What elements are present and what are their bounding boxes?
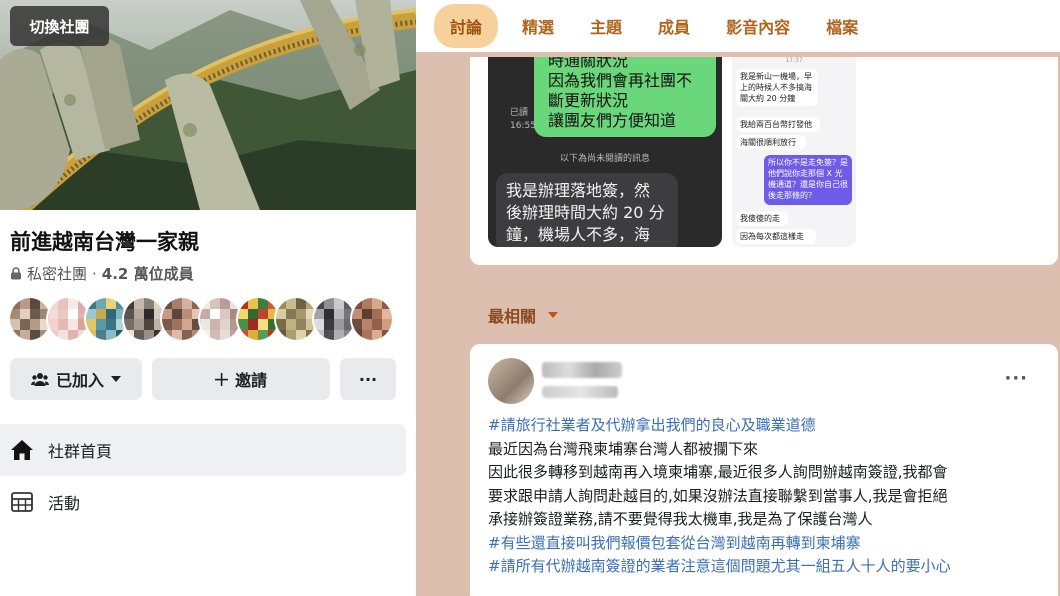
chat-light-bubble: 我傻傻的走	[736, 211, 788, 226]
chat-light-bubble: 我是新山一機場，早上的時候人不多搞海關大約 20 分鐘	[736, 69, 818, 106]
caret-down-icon	[111, 375, 121, 382]
post-hashtag-line[interactable]: #請旅行社業者及代辦拿出我們的良心及職業道德	[488, 414, 1048, 438]
chat-light-bubble: 海關很順利放行	[736, 135, 806, 150]
tab-discussion[interactable]: 討論	[434, 4, 499, 48]
nav-label-home: 社群首頁	[48, 442, 113, 461]
post-text-line: 要求跟申請人詢問赴越目的,如果沒辦法直接聯繫到當事人,我是會拒絕	[488, 486, 948, 505]
chat-line: 讓團友們方便知道	[548, 111, 677, 130]
chat-timestamp: 16:55	[510, 121, 536, 131]
invite-label: 邀請	[234, 371, 267, 390]
post-author-name-blurred[interactable]	[542, 362, 622, 378]
chat-line: 時通關狀況	[548, 57, 629, 70]
post-body: #請旅行社業者及代辦拿出我們的良心及職業道德 最近因為台灣飛柬埔寨台灣人都被攔下…	[488, 414, 1048, 579]
post-date-blurred[interactable]	[542, 386, 618, 398]
chat-line: 後辦理時間大約 20 分	[506, 203, 665, 222]
lock-icon	[11, 267, 21, 280]
previous-post-card: 時通關狀況 因為我們會再社團不 斷更新狀況 讓團友們方便知道 已讀 16:55 …	[470, 57, 1058, 265]
tab-members[interactable]: 成員	[658, 14, 690, 38]
chat-bubble-received: 我是辦理落地簽，然 後辦理時間大約 20 分 鐘，機場人不多，海	[496, 173, 678, 247]
sort-caret-icon	[548, 312, 559, 318]
post-card: ··· #請旅行社業者及代辦拿出我們的良心及職業道德 最近因為台灣飛柬埔寨台灣人…	[470, 344, 1058, 596]
chat-read-label: 已讀	[510, 108, 529, 118]
post-author-avatar[interactable]	[488, 358, 534, 404]
tab-files[interactable]: 檔案	[826, 14, 858, 38]
home-icon	[11, 440, 33, 460]
member-avatar-row[interactable]	[8, 296, 394, 344]
switch-group-button[interactable]: 切換社團	[10, 6, 109, 46]
chat-read-time: 已讀 16:55	[510, 107, 536, 133]
tab-featured[interactable]: 精選	[522, 14, 554, 38]
chat-line: 我是辦理落地簽，然	[506, 181, 651, 200]
group-sidebar: 切換社團 前進越南台灣一家親 私密社團 · 4.2 萬位成員 已加入 邀請 ··…	[0, 0, 416, 596]
group-tab-bar: 討論 精選 主題 成員 影音內容 檔案	[416, 0, 1060, 52]
people-icon	[30, 373, 49, 386]
group-cover-photo[interactable]: 切換社團	[0, 0, 416, 210]
post-hashtag-line[interactable]: #請所有代辦越南簽證的業者注意這個問題尤其一組五人十人的要小心	[488, 555, 1048, 579]
group-meta: 私密社團 · 4.2 萬位成員	[10, 263, 194, 284]
chat-light-bubble-sent: 所以你不是走免簽？是他們說你走那個 X 光機通道？還是你自己很後走那條的？	[764, 155, 852, 205]
nav-label-events: 活動	[48, 494, 81, 513]
joined-label: 已加入	[55, 371, 104, 390]
group-member-count[interactable]: 4.2 萬位成員	[102, 263, 194, 284]
sort-label: 最相關	[488, 307, 537, 326]
switch-group-label: 切換社團	[29, 17, 90, 36]
chat-light-bubble: 因為每次都這樣走	[736, 229, 816, 244]
calendar-icon	[11, 492, 33, 512]
post-more-options-button[interactable]: ···	[1004, 368, 1028, 389]
chat-line: 因為我們會再社團不	[548, 71, 693, 90]
chat-line: 鐘，機場人不多，海	[506, 225, 651, 244]
more-options-label: ···	[358, 369, 378, 389]
avatar[interactable]	[350, 296, 394, 342]
joined-button[interactable]: 已加入	[10, 358, 142, 400]
tab-topics[interactable]: 主題	[590, 14, 622, 38]
invite-button[interactable]: 邀請	[152, 358, 330, 400]
tab-media[interactable]: 影音內容	[726, 14, 790, 38]
post-text-line: 承接辦簽證業務,請不要覺得我太機車,我是為了保護台灣人	[488, 510, 873, 528]
nav-item-events[interactable]: 活動	[0, 476, 406, 528]
chat-light-time: 17:37	[785, 57, 803, 64]
group-privacy: 私密社團	[27, 265, 88, 283]
plus-icon	[214, 372, 228, 386]
post-hashtag-line[interactable]: #有些還直接叫我們報價包套從台灣到越南再轉到柬埔寨	[488, 532, 1048, 556]
chat-unread-divider: 以下為尚未閱讀的訊息	[559, 154, 650, 164]
chat-bubble-sent: 時通關狀況 因為我們會再社團不 斷更新狀況 讓團友們方便知道	[534, 57, 716, 137]
chat-screenshot-light[interactable]: 17:37 我是新山一機場，早上的時候人不多搞海關大約 20 分鐘 我給兩百台幣…	[732, 57, 856, 247]
group-name[interactable]: 前進越南台灣一家親	[10, 226, 199, 256]
chat-screenshot-dark[interactable]: 時通關狀況 因為我們會再社團不 斷更新狀況 讓團友們方便知道 已讀 16:55 …	[488, 57, 722, 247]
post-text-line: 因此很多轉移到越南再入境柬埔寨,最近很多人詢問辦越南簽證,我都會	[488, 463, 948, 481]
chat-line: 斷更新狀況	[548, 91, 629, 110]
more-options-button[interactable]: ···	[340, 358, 396, 400]
nav-item-community-home[interactable]: 社群首頁	[0, 424, 406, 476]
meta-separator: ·	[92, 264, 97, 283]
chat-light-bubble: 我給兩百台幣打發他	[736, 117, 820, 132]
post-text-line: 最近因為台灣飛柬埔寨台灣人都被攔下來	[488, 439, 759, 458]
sort-dropdown[interactable]: 最相關	[488, 303, 559, 327]
